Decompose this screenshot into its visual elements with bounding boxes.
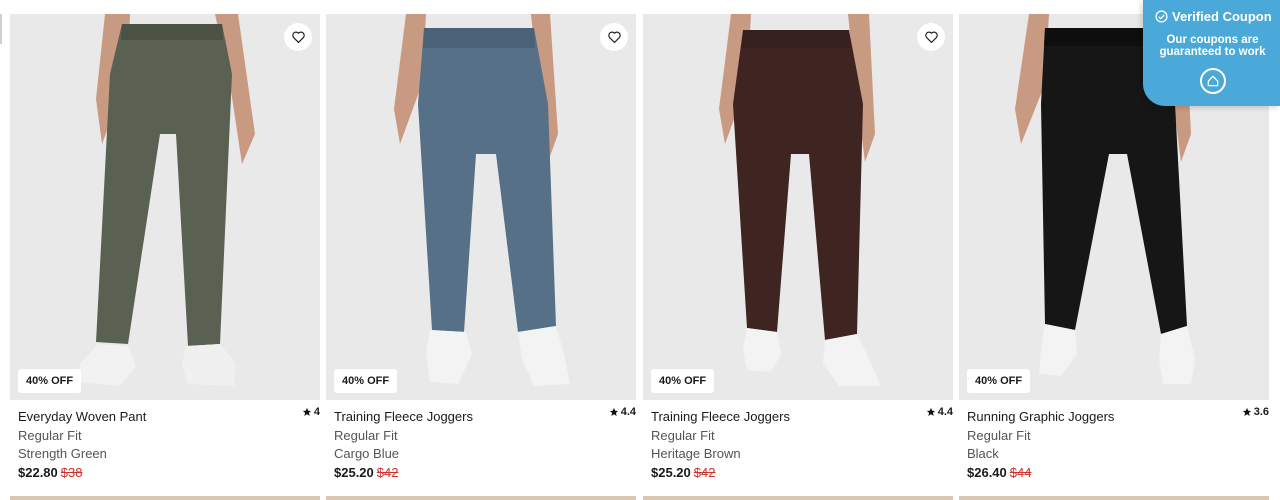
product-fit: Regular Fit	[334, 428, 398, 443]
product-name[interactable]: Everyday Woven Pant	[18, 408, 320, 426]
discount-badge: 40% OFF	[651, 369, 715, 393]
product-fit: Regular Fit	[651, 428, 715, 443]
pants-photo	[10, 14, 320, 400]
product-info: Everyday Woven Pant Regular Fit Strength…	[18, 408, 320, 482]
product-image[interactable]: 40% OFF	[10, 14, 320, 400]
sale-price: $25.20	[651, 465, 691, 480]
coupon-header: Verified Coupon	[1155, 9, 1272, 24]
product-card[interactable]: 40% OFF 4.4 Training Fleece Joggers Regu…	[326, 14, 636, 500]
wishlist-button[interactable]	[917, 23, 945, 51]
original-price: $44	[1009, 465, 1032, 480]
coupon-logo-icon[interactable]	[1200, 68, 1226, 94]
coupon-title: Verified Coupon	[1172, 9, 1272, 24]
verified-coupon-widget[interactable]: Verified Coupon Our coupons are guarante…	[1143, 0, 1280, 106]
discount-badge: 40% OFF	[334, 369, 398, 393]
product-image[interactable]: 40% OFF	[326, 14, 636, 400]
pants-photo	[643, 14, 953, 400]
original-price: $42	[376, 465, 399, 480]
check-circle-icon	[1155, 10, 1168, 23]
product-info: Training Fleece Joggers Regular Fit Heri…	[651, 408, 953, 482]
sale-price: $26.40	[967, 465, 1007, 480]
tag-icon	[1207, 75, 1219, 87]
page-edge-marker	[0, 14, 2, 44]
next-row-image-strip	[959, 496, 1269, 500]
product-info: Running Graphic Joggers Regular Fit Blac…	[967, 408, 1269, 482]
product-image[interactable]: 40% OFF	[643, 14, 953, 400]
product-fit: Regular Fit	[18, 428, 82, 443]
product-color: Strength Green	[18, 446, 107, 461]
product-color: Cargo Blue	[334, 446, 400, 461]
product-info: Training Fleece Joggers Regular Fit Carg…	[334, 408, 636, 482]
next-row-image-strip	[643, 496, 953, 500]
product-price: $22.80 $38	[18, 464, 320, 482]
product-color: Heritage Brown	[651, 446, 741, 461]
heart-icon	[924, 31, 938, 43]
wishlist-button[interactable]	[600, 23, 628, 51]
sale-price: $22.80	[18, 465, 58, 480]
pants-photo	[326, 14, 636, 400]
product-fit: Regular Fit	[967, 428, 1031, 443]
product-price: $25.20 $42	[334, 464, 636, 482]
heart-icon	[607, 31, 621, 43]
product-card[interactable]: 40% OFF 4 Everyday Woven Pant Regular Fi…	[10, 14, 320, 500]
sale-price: $25.20	[334, 465, 374, 480]
product-price: $25.20 $42	[651, 464, 953, 482]
product-price: $26.40 $44	[967, 464, 1269, 482]
original-price: $38	[60, 465, 83, 480]
next-row-image-strip	[10, 496, 320, 500]
original-price: $42	[693, 465, 716, 480]
next-row-image-strip	[326, 496, 636, 500]
product-card[interactable]: 40% OFF 4.4 Training Fleece Joggers Regu…	[643, 14, 953, 500]
coupon-subtitle: Our coupons are guaranteed to work	[1159, 34, 1266, 58]
product-name[interactable]: Running Graphic Joggers	[967, 408, 1269, 426]
product-name[interactable]: Training Fleece Joggers	[651, 408, 953, 426]
heart-icon	[291, 31, 305, 43]
product-color: Black	[967, 446, 999, 461]
discount-badge: 40% OFF	[18, 369, 82, 393]
product-name[interactable]: Training Fleece Joggers	[334, 408, 636, 426]
discount-badge: 40% OFF	[967, 369, 1031, 393]
wishlist-button[interactable]	[284, 23, 312, 51]
